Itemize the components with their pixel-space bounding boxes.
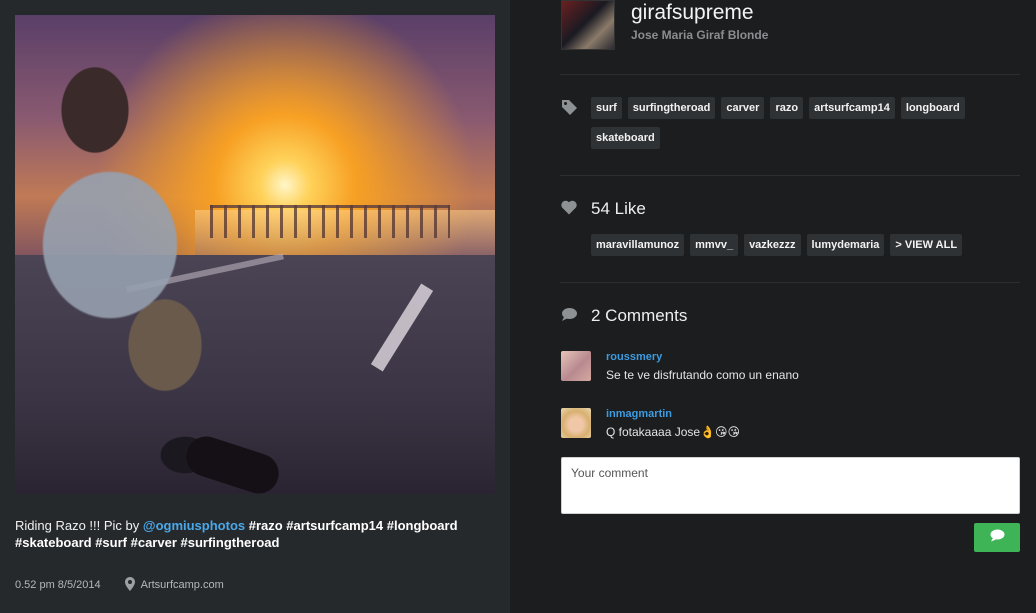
caption-hashtags[interactable]: #razo #artsurfcamp14 #longboard xyxy=(245,518,458,533)
profile-username[interactable]: girafsupreme xyxy=(631,1,754,25)
comment-item: roussmery Se te ve disfrutando como un e… xyxy=(561,351,1021,387)
caption-hashtags[interactable]: #skateboard #surf #carver #surfingtheroa… xyxy=(15,535,279,550)
tag-chip[interactable]: surf xyxy=(591,97,622,119)
liker-chip[interactable]: lumydemaria xyxy=(806,234,885,256)
avatar[interactable] xyxy=(561,408,591,438)
post-caption: Riding Razo !!! Pic by @ogmiusphotos #ra… xyxy=(15,517,495,551)
post-photo[interactable] xyxy=(15,15,495,494)
tag-chip[interactable]: skateboard xyxy=(591,127,660,149)
caption-mention-link[interactable]: @ogmiusphotos xyxy=(143,518,245,533)
comment-username[interactable]: roussmery xyxy=(606,351,662,363)
liker-list: maravillamunoz mmvv_ vazkezzz lumydemari… xyxy=(591,234,1021,256)
post-meta: 0.52 pm 8/5/2014 Artsurfcamp.com xyxy=(15,576,224,594)
comment-bubble-icon xyxy=(561,307,578,326)
caption-text: Riding Razo !!! Pic by xyxy=(15,518,143,533)
view-all-likes-button[interactable]: > VIEW ALL xyxy=(890,234,963,256)
location-pin-icon xyxy=(124,576,135,594)
tag-chip[interactable]: surfingtheroad xyxy=(627,97,716,119)
photo-skater xyxy=(15,15,315,494)
liker-chip[interactable]: maravillamunoz xyxy=(591,234,685,256)
comment-item: inmagmartin Q fotakaaaa Jose👌😘😘 xyxy=(561,408,1021,444)
likes-count: 54 Like xyxy=(591,199,646,218)
tag-list: surf surfingtheroad carver razo artsurfc… xyxy=(591,97,1021,149)
profile-full-name: Jose Maria Giraf Blonde xyxy=(631,28,769,42)
comment-text: Se te ve disfrutando como un enano xyxy=(606,368,799,382)
heart-icon xyxy=(561,200,577,219)
comment-input[interactable] xyxy=(561,457,1020,514)
comment-text: Q fotakaaaa Jose👌😘😘 xyxy=(606,425,741,439)
avatar[interactable] xyxy=(561,351,591,381)
send-comment-button[interactable] xyxy=(974,523,1020,552)
divider xyxy=(560,282,1020,283)
tag-icon xyxy=(561,99,578,120)
tag-chip[interactable]: artsurfcamp14 xyxy=(809,97,895,119)
comments-count: 2 Comments xyxy=(591,306,688,325)
divider xyxy=(560,175,1020,176)
details-panel: girafsupreme Jose Maria Giraf Blonde sur… xyxy=(510,0,1036,613)
post-location-link[interactable]: Artsurfcamp.com xyxy=(141,579,224,591)
comment-username[interactable]: inmagmartin xyxy=(606,408,672,420)
post-timestamp: 0.52 pm 8/5/2014 xyxy=(15,579,101,591)
post-panel: Riding Razo !!! Pic by @ogmiusphotos #ra… xyxy=(0,0,510,613)
comment-bubble-icon xyxy=(989,529,1006,547)
tag-chip[interactable]: carver xyxy=(721,97,765,119)
liker-chip[interactable]: mmvv_ xyxy=(690,234,739,256)
liker-chip[interactable]: vazkezzz xyxy=(744,234,801,256)
tag-chip[interactable]: razo xyxy=(770,97,804,119)
divider xyxy=(560,74,1020,75)
avatar[interactable] xyxy=(561,0,615,50)
tag-chip[interactable]: longboard xyxy=(900,97,965,119)
